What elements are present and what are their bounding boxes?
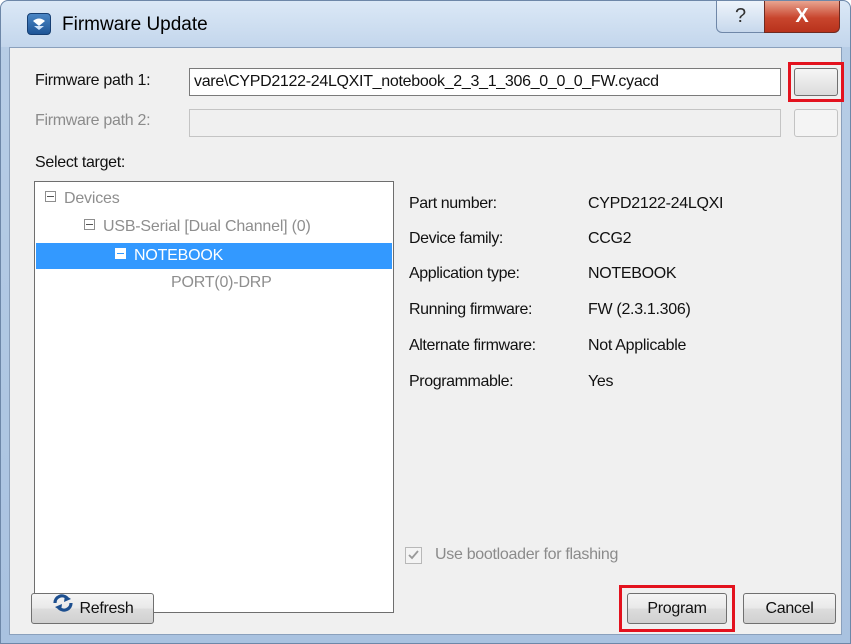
- browse-button-highlight: [788, 62, 844, 102]
- firmware-update-window: Firmware Update ? X Firmware path 1: var…: [0, 0, 851, 644]
- app-logo-icon: [27, 13, 51, 35]
- firmware-path-1-label: Firmware path 1:: [35, 72, 151, 89]
- tree-node-label: Devices: [64, 190, 120, 207]
- firmware-path-2-label: Firmware path 2:: [35, 112, 151, 129]
- refresh-button-label: Refresh: [79, 600, 134, 617]
- collapse-icon[interactable]: [115, 248, 126, 260]
- part-number-value: CYPD2122-24LQXI: [588, 195, 724, 212]
- cancel-button[interactable]: Cancel: [743, 593, 836, 624]
- programmable-value: Yes: [588, 373, 614, 390]
- device-family-value: CCG2: [588, 230, 632, 247]
- window-title: Firmware Update: [62, 14, 208, 35]
- select-target-label: Select target:: [35, 154, 126, 171]
- bootloader-checkbox-label: Use bootloader for flashing: [435, 546, 619, 563]
- collapse-icon[interactable]: [45, 191, 56, 203]
- running-firmware-label: Running firmware:: [409, 301, 533, 318]
- device-family-label: Device family:: [409, 230, 503, 247]
- collapse-icon[interactable]: [84, 219, 95, 231]
- programmable-label: Programmable:: [409, 373, 514, 390]
- firmware-path-2-browse-button[interactable]: [794, 109, 838, 137]
- firmware-path-1-input[interactable]: vare\CYPD2122-24LQXIT_notebook_2_3_1_306…: [189, 68, 781, 96]
- alternate-firmware-value: Not Applicable: [588, 337, 687, 354]
- checkmark-icon: [408, 550, 419, 560]
- application-type-value: NOTEBOOK: [588, 265, 677, 282]
- tree-node-label: PORT(0)-DRP: [171, 274, 272, 291]
- running-firmware-value: FW (2.3.1.306): [588, 301, 691, 318]
- firmware-path-2-input[interactable]: [189, 109, 781, 137]
- refresh-icon: [52, 593, 74, 622]
- tree-node-label: NOTEBOOK: [134, 247, 224, 264]
- title-bar[interactable]: Firmware Update ? X: [1, 1, 850, 47]
- tree-node-usb-serial[interactable]: USB-Serial [Dual Channel] (0): [84, 215, 311, 239]
- program-button-highlight: [619, 585, 735, 632]
- alternate-firmware-label: Alternate firmware:: [409, 337, 536, 354]
- part-number-label: Part number:: [409, 195, 497, 212]
- bootloader-checkbox[interactable]: [405, 547, 422, 564]
- tree-node-notebook[interactable]: NOTEBOOK: [115, 244, 223, 268]
- tree-node-port-drp[interactable]: PORT(0)-DRP: [171, 271, 272, 295]
- target-tree[interactable]: Devices USB-Serial [Dual Channel] (0) NO…: [34, 181, 394, 613]
- tree-node-label: USB-Serial [Dual Channel] (0): [103, 218, 311, 235]
- refresh-button[interactable]: Refresh: [31, 593, 154, 624]
- application-type-label: Application type:: [409, 265, 520, 282]
- help-button[interactable]: ?: [716, 1, 765, 33]
- tree-node-devices[interactable]: Devices: [45, 187, 120, 211]
- close-button[interactable]: X: [764, 1, 840, 33]
